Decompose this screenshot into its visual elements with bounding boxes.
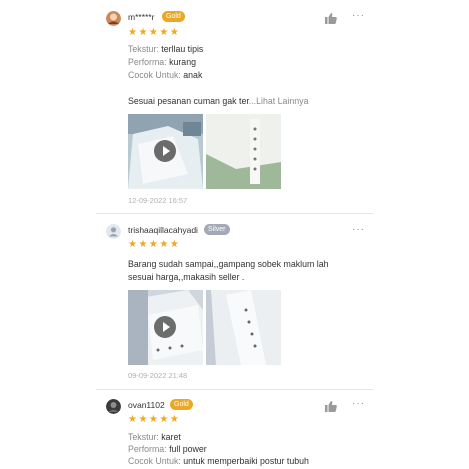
attribute-value: terllau tipis xyxy=(161,44,204,54)
review-photo-thumbnail[interactable] xyxy=(206,290,281,365)
avatar[interactable] xyxy=(106,224,121,239)
attribute-value: untuk memperbaiki postur tubuh xyxy=(183,456,309,466)
play-icon[interactable] xyxy=(154,140,176,162)
attribute-row: Performa: kurang xyxy=(128,57,196,67)
review-item: ovan1102 Gold ··· ★★★★★ Tekstur: karet P… xyxy=(96,390,373,469)
attribute-row: Performa: full power xyxy=(128,444,207,454)
review-text: Barang sudah sampai,,gampang sobek maklu… xyxy=(128,258,329,284)
more-options-icon[interactable]: ··· xyxy=(352,11,365,21)
review-text: Sesuai pesanan cuman gak ter...Lihat Lai… xyxy=(128,95,308,108)
attribute-row: Tekstur: karet xyxy=(128,432,181,442)
avatar[interactable] xyxy=(106,399,121,414)
review-item: trishaaqillacahyadi Silver ··· ★★★★★ Bar… xyxy=(96,214,373,389)
review-text-content: Sesuai pesanan cuman gak ter xyxy=(128,96,249,106)
attribute-value: anak xyxy=(183,70,203,80)
reviews-panel: m*****r Gold ··· ★★★★★ Tekstur: terllau … xyxy=(96,0,373,469)
attribute-label: Tekstur: xyxy=(128,432,159,442)
attribute-value: full power xyxy=(169,444,207,454)
review-item: m*****r Gold ··· ★★★★★ Tekstur: terllau … xyxy=(96,0,373,212)
star-rating: ★★★★★ xyxy=(128,414,181,425)
review-username[interactable]: trishaaqillacahyadi xyxy=(128,225,198,235)
attribute-label: Performa: xyxy=(128,444,167,454)
review-username[interactable]: ovan1102 xyxy=(128,400,165,410)
review-date: 12-09-2022 16:57 xyxy=(128,196,188,205)
see-more-link[interactable]: ...Lihat Lainnya xyxy=(249,96,309,106)
play-icon[interactable] xyxy=(154,316,176,338)
attribute-value: kurang xyxy=(169,57,196,67)
review-date: 09-09-2022 21:48 xyxy=(128,371,188,380)
attribute-value: karet xyxy=(161,432,181,442)
attribute-row: Cocok Untuk: untuk memperbaiki postur tu… xyxy=(128,456,309,466)
review-text-line: Barang sudah sampai,,gampang sobek maklu… xyxy=(128,259,329,269)
attribute-label: Performa: xyxy=(128,57,167,67)
attribute-row: Cocok Untuk: anak xyxy=(128,70,202,80)
attribute-label: Cocok Untuk: xyxy=(128,456,181,466)
more-options-icon[interactable]: ··· xyxy=(352,399,365,409)
member-badge: Gold xyxy=(170,399,193,410)
member-badge: Silver xyxy=(204,224,230,235)
attribute-row: Tekstur: terllau tipis xyxy=(128,44,203,54)
review-photo-thumbnail[interactable] xyxy=(206,114,281,189)
thumbs-up-icon[interactable] xyxy=(325,11,337,24)
review-text-line: sesuai harga,,makasih seller . xyxy=(128,272,245,282)
member-badge: Gold xyxy=(162,11,185,22)
avatar[interactable] xyxy=(106,11,121,26)
attribute-label: Tekstur: xyxy=(128,44,159,54)
review-video-thumbnail[interactable] xyxy=(128,290,203,365)
thumbs-up-icon[interactable] xyxy=(325,399,337,412)
star-rating: ★★★★★ xyxy=(128,239,181,250)
review-video-thumbnail[interactable] xyxy=(128,114,203,189)
star-rating: ★★★★★ xyxy=(128,27,181,38)
review-username[interactable]: m*****r xyxy=(128,12,154,22)
more-options-icon[interactable]: ··· xyxy=(352,225,365,235)
attribute-label: Cocok Untuk: xyxy=(128,70,181,80)
